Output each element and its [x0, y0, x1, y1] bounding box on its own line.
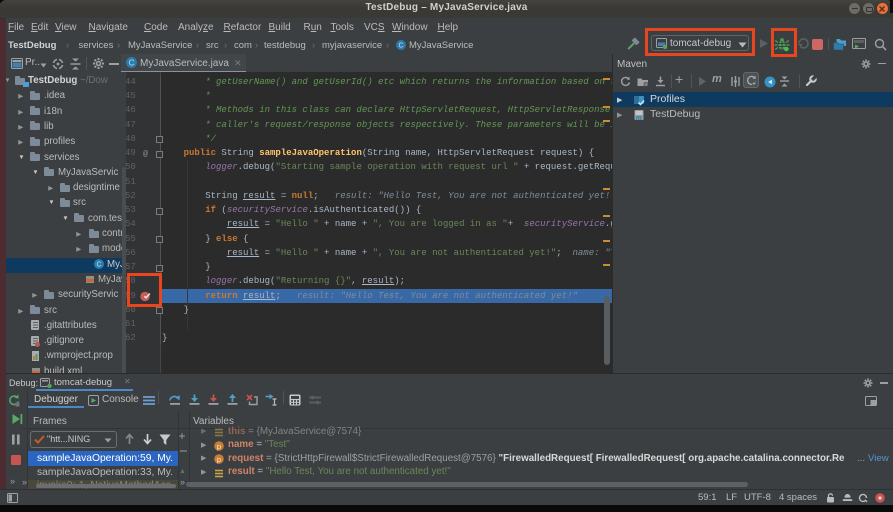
svg-text:m: m [636, 113, 642, 121]
svg-text:C: C [129, 59, 135, 68]
svg-text:p: p [217, 455, 221, 464]
svg-text:C: C [398, 42, 403, 49]
svg-text:C: C [96, 262, 101, 269]
svg-text:p: p [217, 441, 221, 450]
